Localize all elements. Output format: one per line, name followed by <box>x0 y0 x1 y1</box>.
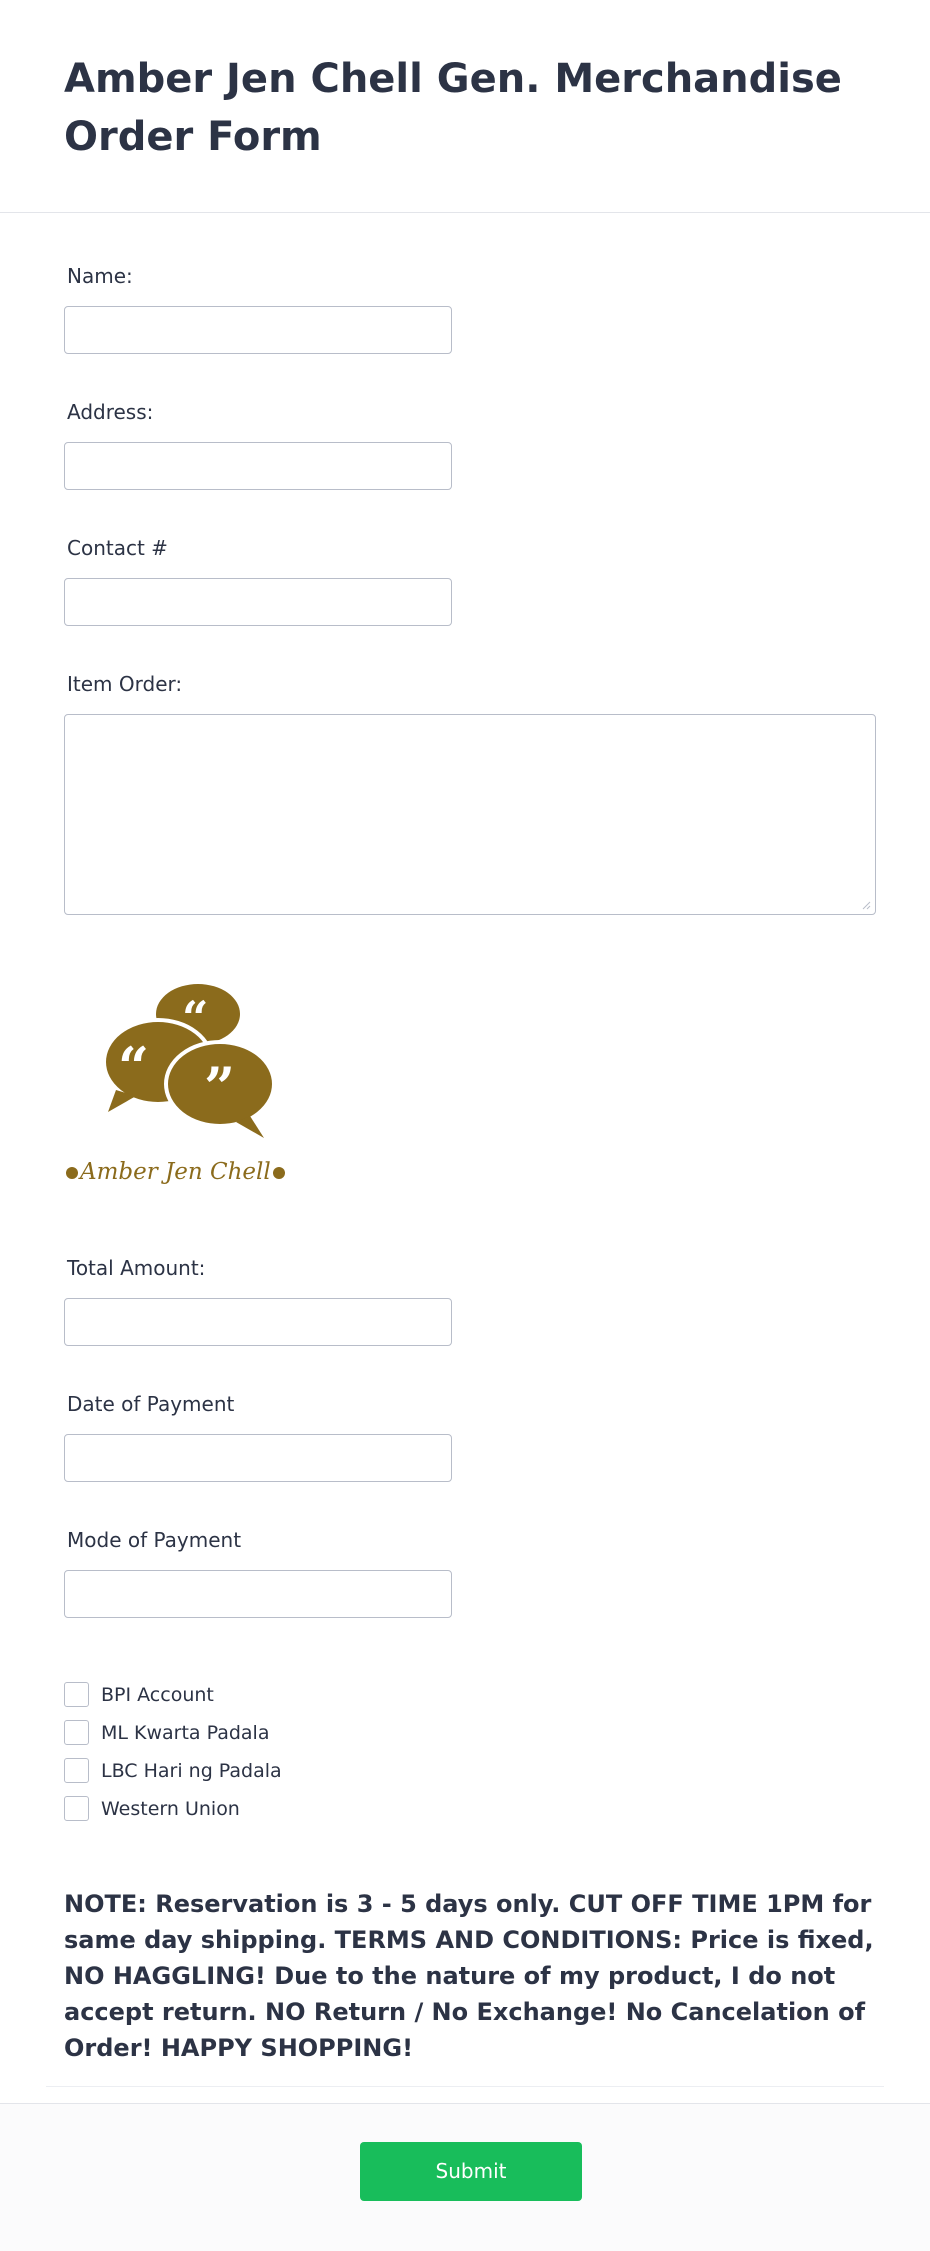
form-header: Amber Jen Chell Gen. Merchandise Order F… <box>0 0 930 213</box>
address-input[interactable] <box>64 442 452 490</box>
submit-button[interactable]: Submit <box>360 2142 582 2201</box>
resize-grip-icon[interactable] <box>861 900 871 910</box>
checkbox[interactable] <box>64 1758 89 1783</box>
checkbox-label[interactable]: ML Kwarta Padala <box>101 1720 269 1746</box>
date-of-payment-label: Date of Payment <box>67 1392 235 1416</box>
mode-of-payment-label: Mode of Payment <box>67 1528 242 1552</box>
checkbox[interactable] <box>64 1682 89 1707</box>
checkbox[interactable] <box>64 1720 89 1745</box>
terms-note: NOTE: Reservation is 3 - 5 days only. CU… <box>64 1890 874 2062</box>
svg-text:“: “ <box>118 1035 149 1099</box>
mode-of-payment-input[interactable] <box>64 1570 452 1618</box>
brand-logo: “ “ ” Amber Jen Chell <box>64 978 314 1193</box>
total-amount-label: Total Amount: <box>67 1256 206 1280</box>
form-title: Amber Jen Chell Gen. Merchandise Order F… <box>64 56 842 160</box>
divider <box>46 2086 884 2087</box>
checkbox-label[interactable]: BPI Account <box>101 1682 214 1708</box>
item-order-label: Item Order: <box>67 672 183 696</box>
contact-input[interactable] <box>64 578 452 626</box>
total-amount-input[interactable] <box>64 1298 452 1346</box>
checkbox-label[interactable]: Western Union <box>101 1796 240 1822</box>
svg-text:“: “ <box>182 991 208 1045</box>
address-label: Address: <box>67 400 154 424</box>
name-label: Name: <box>67 264 133 288</box>
speech-bubbles-quote-icon: “ “ ” <box>102 984 276 1138</box>
date-of-payment-input[interactable] <box>64 1434 452 1482</box>
checkbox-label[interactable]: LBC Hari ng Padala <box>101 1758 282 1784</box>
name-input[interactable] <box>64 306 452 354</box>
logo-wordmark: Amber Jen Chell <box>64 1156 314 1188</box>
item-order-textarea[interactable] <box>64 714 876 915</box>
checkbox[interactable] <box>64 1796 89 1821</box>
svg-text:”: ” <box>204 1055 235 1119</box>
contact-label: Contact # <box>67 536 168 560</box>
